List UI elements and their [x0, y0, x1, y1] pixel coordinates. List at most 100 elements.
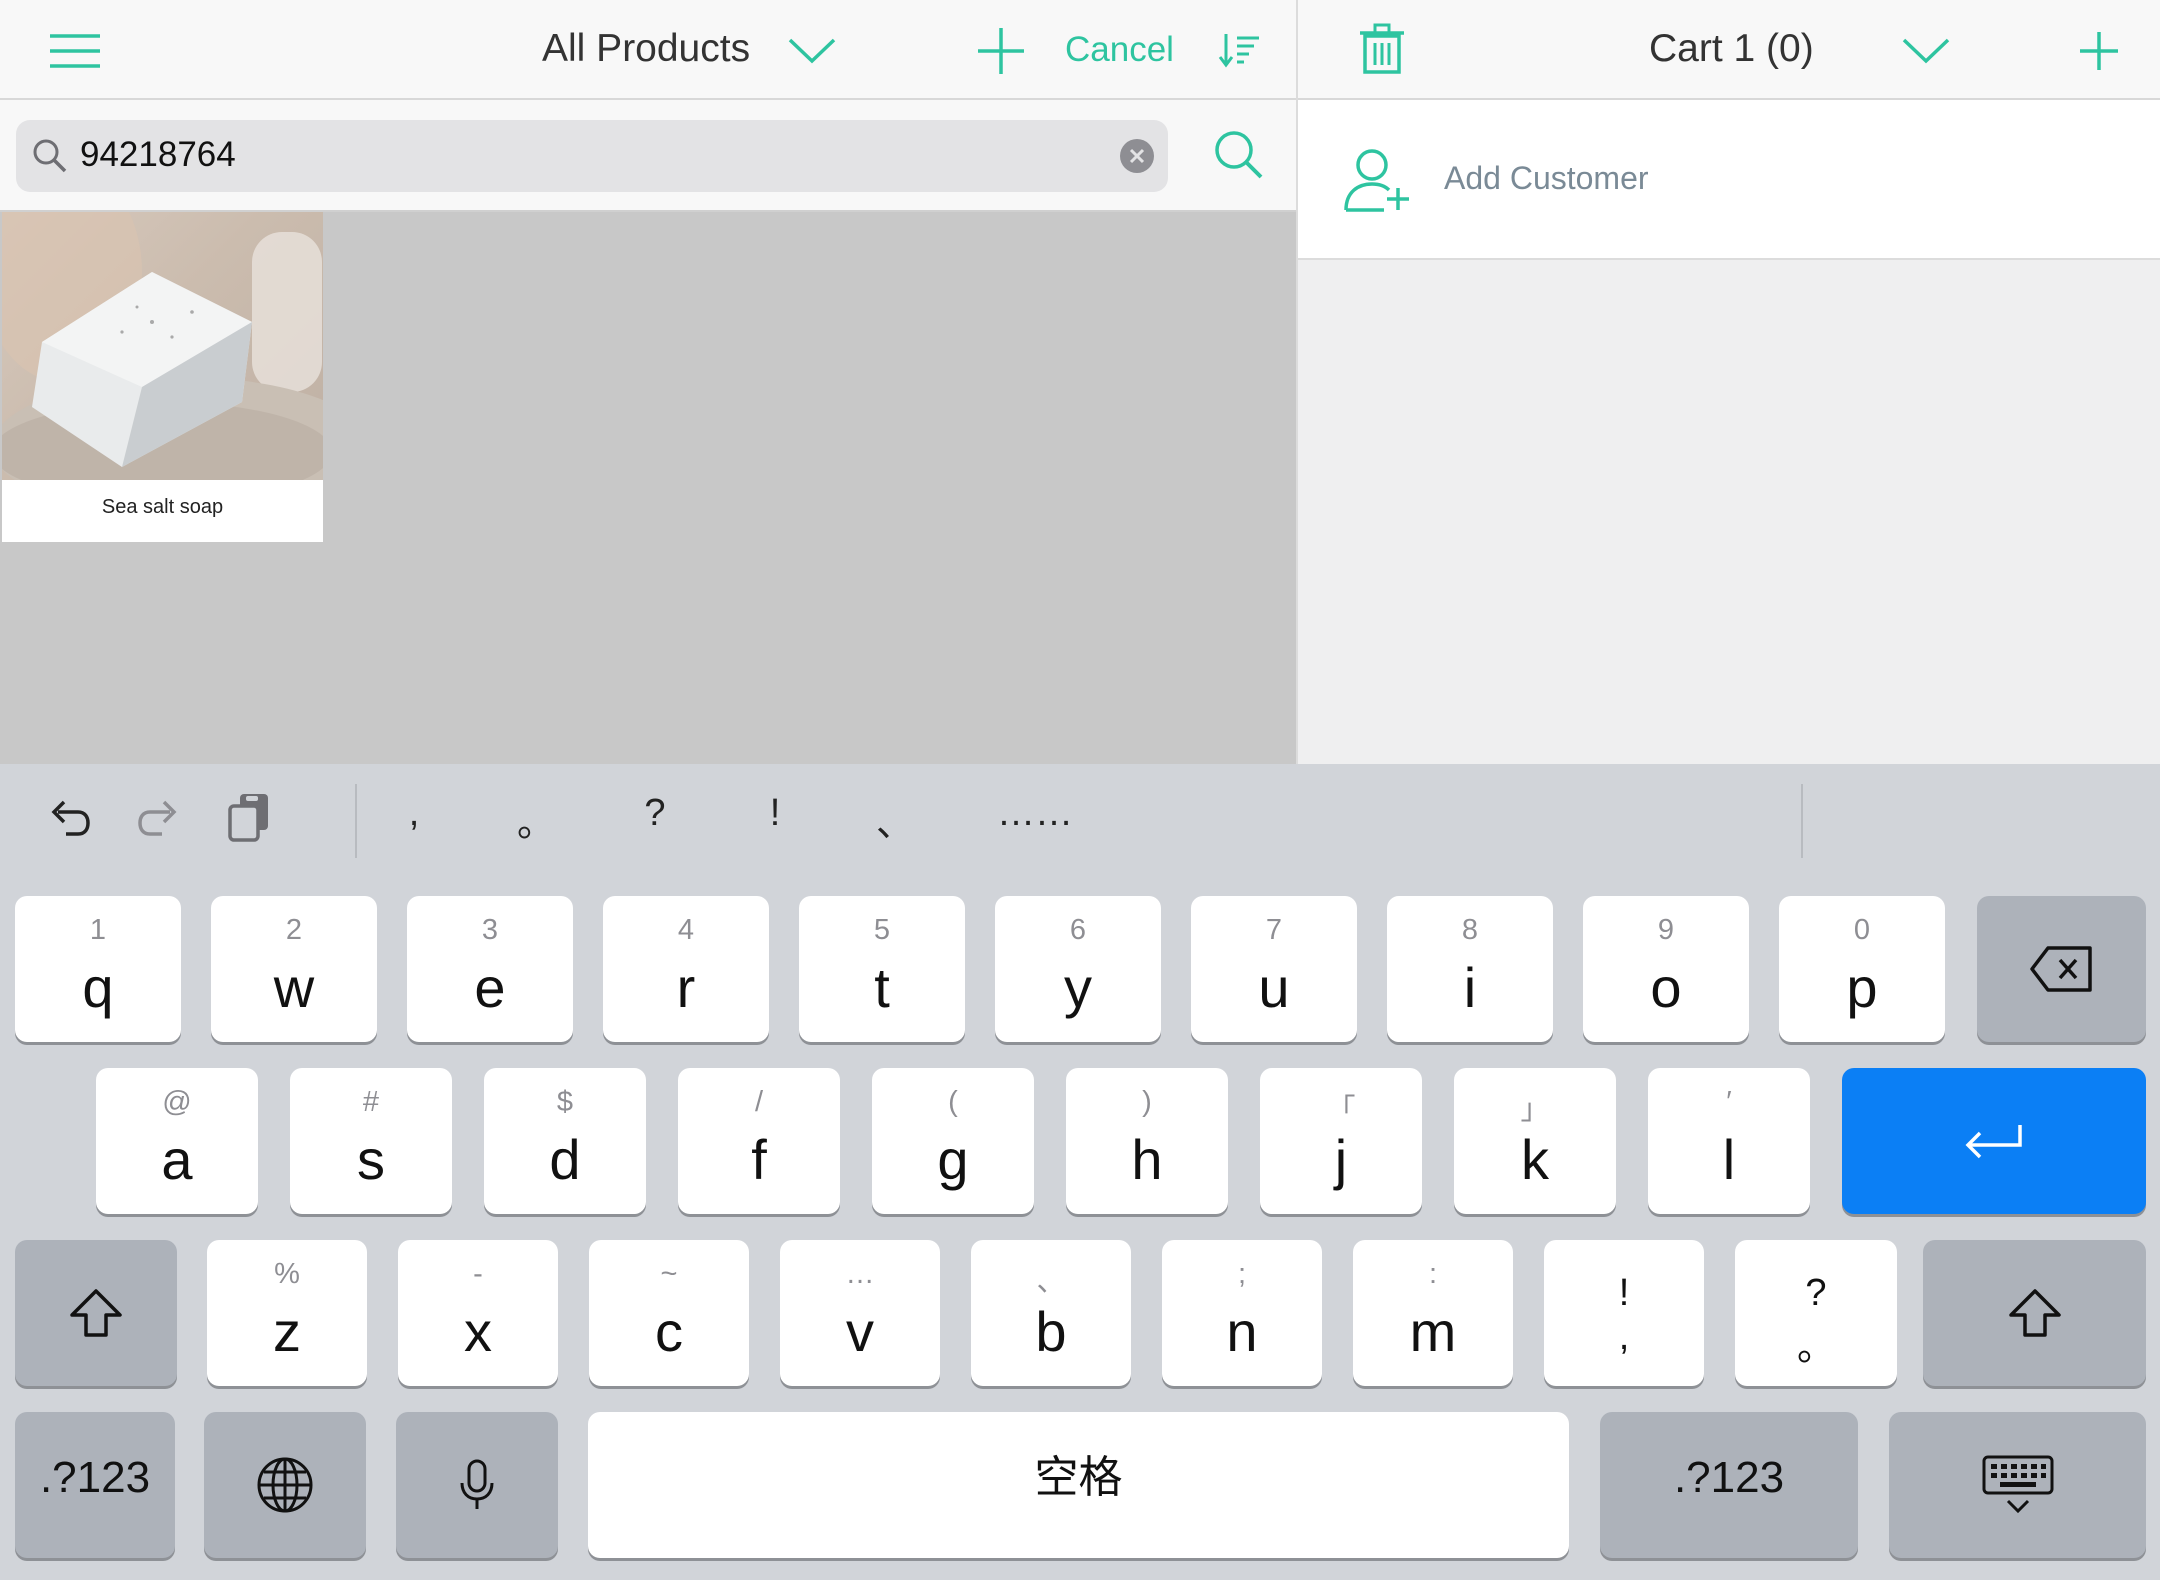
- shift-key-right[interactable]: [1923, 1240, 2146, 1386]
- key-char: q: [82, 956, 114, 1019]
- key-n[interactable]: ; n: [1162, 1240, 1322, 1386]
- key-f[interactable]: / f: [678, 1068, 840, 1214]
- key-j[interactable]: 「j: [1260, 1068, 1422, 1214]
- key-r[interactable]: 4r: [603, 896, 769, 1042]
- toolbar-enumeration-comma[interactable]: 、: [865, 792, 925, 847]
- key-c[interactable]: ~ c: [589, 1240, 749, 1386]
- key-char: l: [1722, 1128, 1736, 1191]
- product-tile[interactable]: Sea salt soap: [2, 212, 323, 542]
- undo-icon[interactable]: [48, 798, 90, 838]
- search-input[interactable]: 94218764: [16, 120, 1168, 192]
- toolbar-exclamation[interactable]: !: [745, 792, 805, 835]
- add-product-icon[interactable]: [978, 28, 1024, 74]
- key-char: h: [1131, 1128, 1163, 1191]
- chevron-down-icon[interactable]: [788, 38, 836, 64]
- key-g[interactable]: (g: [872, 1068, 1034, 1214]
- key-bottom-char: 。: [1796, 1327, 1835, 1369]
- key-char: e: [474, 956, 506, 1019]
- trash-icon[interactable]: [1360, 23, 1404, 74]
- paste-icon[interactable]: [228, 792, 270, 842]
- clear-search-icon[interactable]: [1120, 139, 1154, 173]
- add-cart-icon[interactable]: [2080, 32, 2118, 70]
- key-u[interactable]: 7u: [1191, 896, 1357, 1042]
- globe-key[interactable]: [204, 1412, 366, 1558]
- category-title[interactable]: All Products: [542, 27, 750, 71]
- key-char: s: [357, 1128, 385, 1191]
- key-alt-char: ~: [660, 1258, 678, 1290]
- key-alt-char: /: [754, 1086, 764, 1118]
- key-alt-char: 7: [1265, 914, 1283, 946]
- search-bar: 94218764: [0, 100, 1296, 212]
- shift-key-left[interactable]: [15, 1240, 177, 1386]
- key-a[interactable]: @ a: [96, 1068, 258, 1214]
- key-d[interactable]: $ d: [484, 1068, 646, 1214]
- toolbar-question[interactable]: ?: [625, 792, 685, 835]
- cancel-button[interactable]: Cancel: [1065, 30, 1174, 70]
- onscreen-keyboard: , 。 ? ! 、 …… 1q2w3e4r5t6y7u8i9o0p @ a # s $ d…: [0, 764, 2160, 1580]
- product-image: [2, 212, 323, 480]
- key-char: b: [1035, 1300, 1067, 1363]
- redo-icon[interactable]: [138, 798, 180, 838]
- key-k[interactable]: 」 k: [1454, 1068, 1616, 1214]
- toolbar-period[interactable]: 。: [506, 792, 566, 847]
- key-alt-char: -: [473, 1258, 483, 1290]
- hide-keyboard-key[interactable]: [1889, 1412, 2146, 1558]
- toolbar-divider: [1801, 784, 1803, 858]
- key-l[interactable]: ′ l: [1648, 1068, 1810, 1214]
- numbers-key-right[interactable]: .?123: [1600, 1412, 1858, 1558]
- key-x[interactable]: -x: [398, 1240, 558, 1386]
- key-char: w: [273, 956, 315, 1019]
- dictation-key[interactable]: [396, 1412, 558, 1558]
- key-s[interactable]: # s: [290, 1068, 452, 1214]
- hamburger-icon[interactable]: [50, 34, 100, 68]
- key-char: a: [161, 1128, 193, 1191]
- chevron-down-icon[interactable]: [1902, 38, 1950, 64]
- key-question-period[interactable]: ? 。: [1735, 1240, 1897, 1386]
- space-key[interactable]: 空格: [588, 1412, 1569, 1558]
- product-name: Sea salt soap: [101, 496, 224, 518]
- toolbar-divider: [355, 784, 357, 858]
- key-p[interactable]: 0p: [1779, 896, 1945, 1042]
- search-icon[interactable]: [1214, 130, 1264, 180]
- sort-icon[interactable]: [1218, 32, 1260, 68]
- key-e[interactable]: 3e: [407, 896, 573, 1042]
- key-alt-char: %: [274, 1258, 300, 1290]
- search-value: 94218764: [80, 135, 236, 174]
- key-b[interactable]: 、 b: [971, 1240, 1131, 1386]
- key-z[interactable]: % z: [207, 1240, 367, 1386]
- key-i[interactable]: 8i: [1387, 896, 1553, 1042]
- key-w[interactable]: 2w: [211, 896, 377, 1042]
- toolbar-comma[interactable]: ,: [384, 792, 444, 835]
- key-t[interactable]: 5t: [799, 896, 965, 1042]
- keyboard-dismiss-icon: [1982, 1455, 2054, 1515]
- key-m[interactable]: :m: [1353, 1240, 1513, 1386]
- backspace-key[interactable]: [1977, 896, 2146, 1042]
- key-q[interactable]: 1q: [15, 896, 181, 1042]
- key-char: x: [464, 1300, 492, 1363]
- cart-title[interactable]: Cart 1 (0): [1649, 27, 1814, 71]
- toolbar-ellipsis[interactable]: ……: [990, 792, 1080, 835]
- globe-icon: [256, 1456, 314, 1514]
- space-key-label: 空格: [1034, 1453, 1123, 1502]
- key-char: c: [655, 1300, 683, 1363]
- numbers-key-left[interactable]: .?123: [15, 1412, 175, 1558]
- return-key[interactable]: [1842, 1068, 2146, 1214]
- key-v[interactable]: … v: [780, 1240, 940, 1386]
- products-pane: All Products Cancel 94218764 Sea salt so…: [0, 0, 1296, 764]
- key-h[interactable]: ) h: [1066, 1068, 1228, 1214]
- key-o[interactable]: 9o: [1583, 896, 1749, 1042]
- key-char: g: [937, 1128, 969, 1191]
- key-alt-char: …: [845, 1258, 875, 1290]
- key-row-1: 1q2w3e4r5t6y7u8i9o0p: [0, 896, 2160, 1044]
- key-y[interactable]: 6y: [995, 896, 1161, 1042]
- key-alt-char: (: [948, 1086, 958, 1118]
- key-char: k: [1521, 1128, 1549, 1191]
- add-customer-row[interactable]: Add Customer: [1298, 100, 2160, 260]
- key-alt-char: @: [162, 1086, 192, 1118]
- add-customer-label: Add Customer: [1444, 160, 1649, 196]
- key-char: v: [846, 1300, 874, 1363]
- key-alt-char: 1: [89, 914, 107, 946]
- key-exclamation-comma[interactable]: ! ,: [1544, 1240, 1704, 1386]
- key-alt-char: 8: [1461, 914, 1479, 946]
- backspace-icon: [2029, 946, 2094, 992]
